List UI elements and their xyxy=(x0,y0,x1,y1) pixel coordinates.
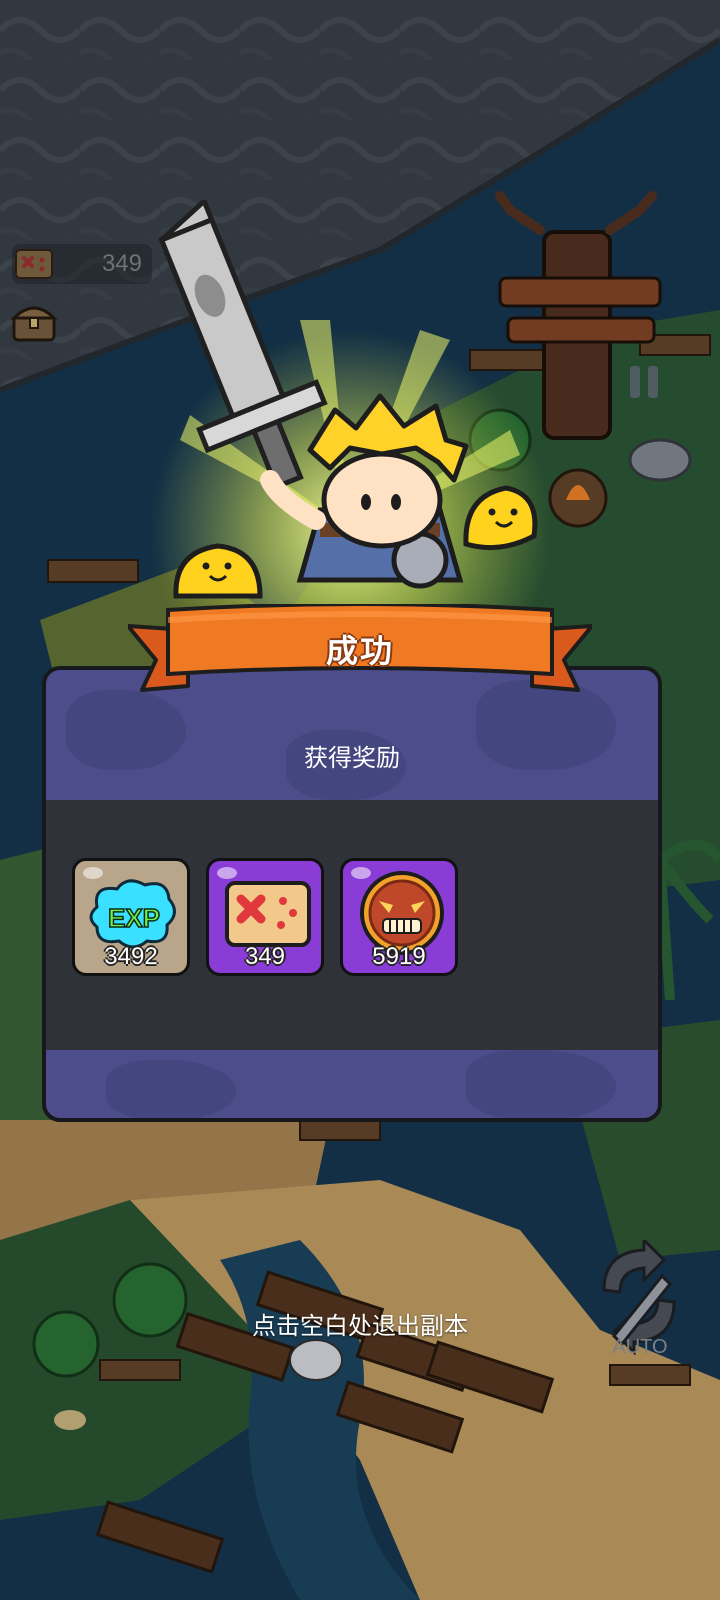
reward-count: 3492 xyxy=(104,943,158,970)
reward-item-tribal-coin[interactable]: 5919 xyxy=(340,858,458,976)
pause-icon xyxy=(630,366,640,398)
treasure-chest-icon[interactable] xyxy=(10,300,58,344)
reward-count: 349 xyxy=(244,943,286,970)
hero-victory-illustration xyxy=(150,200,550,620)
treasure-map-icon xyxy=(15,249,53,279)
auto-label: AUTO xyxy=(612,1336,668,1358)
success-title: 成功 xyxy=(325,632,394,670)
pause-button[interactable] xyxy=(624,362,664,402)
reward-item-exp[interactable]: EXP 3492 xyxy=(72,858,190,976)
reward-panel-title: 获得奖励 xyxy=(304,745,400,772)
reward-item-treasure-map[interactable]: 349 xyxy=(206,858,324,976)
svg-text:EXP: EXP xyxy=(108,903,160,933)
reward-panel: 获得奖励 EXP 3492 349 5919 xyxy=(42,666,662,1122)
reward-count: 5919 xyxy=(372,943,426,970)
